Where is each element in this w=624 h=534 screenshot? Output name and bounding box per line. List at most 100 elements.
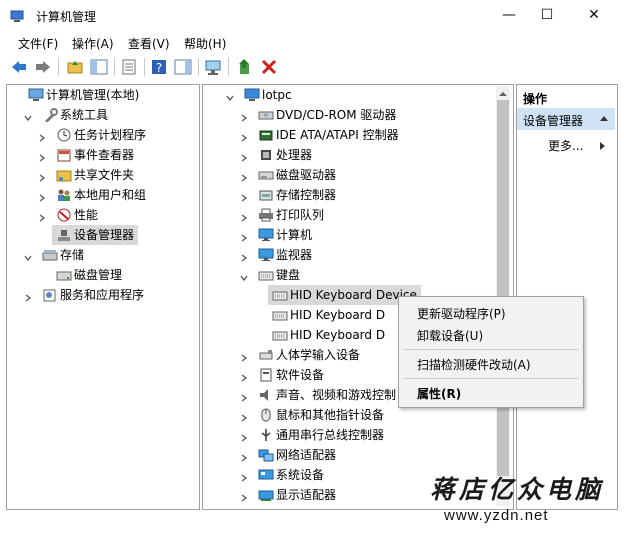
storage-controller-icon (258, 188, 274, 202)
back-arrow-icon[interactable] (10, 58, 28, 76)
system-tools-icon (42, 108, 58, 123)
actions-section-label: 设备管理器 (523, 114, 584, 128)
network-icon (258, 448, 274, 462)
tree-item[interactable]: 声音、视频和游戏控制 (254, 385, 396, 405)
menu-bar: 文件(F) 操作(A) 查看(V) 帮助(H) (0, 32, 624, 52)
scrollbar-thumb[interactable] (497, 100, 509, 476)
dvd-icon (258, 108, 274, 122)
chevron-right-icon[interactable] (240, 111, 248, 122)
chevron-right-icon[interactable] (240, 391, 248, 402)
software-device-icon (258, 368, 274, 382)
users-icon (56, 188, 72, 202)
keyboard-icon (272, 308, 288, 322)
context-menu-separator (403, 349, 579, 350)
chevron-right-icon[interactable] (240, 471, 248, 482)
printer-icon (258, 208, 274, 222)
tree-item-label: HID Keyboard Device (290, 288, 417, 302)
menu-action[interactable]: 操作(A) (72, 35, 114, 52)
monitor-icon (258, 248, 274, 262)
up-folder-icon[interactable] (66, 58, 84, 76)
toolbar-separator (58, 58, 59, 76)
chevron-right-icon[interactable] (240, 251, 248, 262)
chevron-right-icon[interactable] (240, 131, 248, 142)
computer-icon (244, 88, 260, 102)
keyboard-icon (258, 268, 274, 282)
ctx-scan-hardware[interactable]: 扫描检测硬件改动(A) (417, 356, 531, 373)
chevron-right-icon[interactable] (240, 371, 248, 382)
toolbar-separator (198, 58, 199, 76)
hid-icon (258, 348, 274, 362)
sound-icon (258, 388, 274, 402)
tree-item-label: 声音、视频和游戏控制 (276, 388, 397, 402)
storage-icon (42, 248, 58, 262)
chevron-right-icon[interactable] (240, 151, 248, 162)
actions-section-device-manager[interactable]: 设备管理器 (517, 108, 615, 130)
chevron-right-icon[interactable] (38, 171, 46, 182)
chevron-right-icon[interactable] (240, 411, 248, 422)
chevron-right-icon[interactable] (240, 231, 248, 242)
system-device-icon (258, 468, 274, 482)
ctx-properties[interactable]: 属性(R) (417, 385, 461, 402)
usb-icon (258, 428, 274, 442)
toolbar-separator (114, 58, 115, 76)
chevron-right-icon[interactable] (240, 451, 248, 462)
display-adapter-icon (258, 488, 274, 502)
tree-item-label: IDE ATA/ATAPI 控制器 (276, 128, 399, 142)
services-icon (42, 288, 58, 302)
chevron-right-icon[interactable] (240, 171, 248, 182)
ide-icon (258, 128, 274, 142)
forward-arrow-icon[interactable] (34, 58, 52, 76)
chevron-down-icon[interactable] (24, 251, 32, 262)
processor-icon (258, 148, 274, 162)
performance-icon (56, 208, 72, 222)
menu-view[interactable]: 查看(V) (128, 35, 170, 52)
chevron-right-icon[interactable] (240, 351, 248, 362)
chevron-right-icon[interactable] (240, 191, 248, 202)
toolbar: ? (0, 54, 624, 80)
chevron-right-icon[interactable] (38, 191, 46, 202)
chevron-right-icon[interactable] (24, 291, 32, 302)
update-driver-icon[interactable] (236, 58, 254, 76)
shared-folder-icon (56, 168, 72, 182)
export-list-icon[interactable] (120, 58, 138, 76)
keyboard-icon (272, 288, 288, 302)
toolbar-separator (144, 58, 145, 76)
show-tree-icon[interactable] (90, 58, 108, 76)
disk-icon (56, 268, 72, 282)
menu-help[interactable]: 帮助(H) (184, 35, 226, 52)
chevron-right-icon[interactable] (240, 491, 248, 502)
chevron-right-icon[interactable] (38, 211, 46, 222)
toolbar-separator (228, 58, 229, 76)
actions-header: 操作 (517, 86, 615, 109)
chevron-down-icon[interactable] (240, 271, 248, 282)
chevron-right-icon[interactable] (240, 431, 248, 442)
chevron-down-icon[interactable] (226, 91, 234, 102)
computer-management-icon (10, 9, 24, 23)
tree-item[interactable]: DVD/CD-ROM 驱动器 (254, 105, 396, 125)
event-viewer-icon (56, 148, 72, 162)
context-menu: 更新驱动程序(P) 卸载设备(U) 扫描检测硬件改动(A) 属性(R) (398, 296, 584, 408)
actions-more-item[interactable]: 更多... (548, 137, 583, 154)
chevron-right-icon[interactable] (38, 131, 46, 142)
close-button[interactable]: ✕ (571, 0, 617, 32)
help-icon[interactable]: ? (150, 58, 168, 76)
scroll-up-icon[interactable] (498, 88, 508, 98)
chevron-down-icon[interactable] (24, 111, 32, 122)
watermark-title: 蒋店亿众电脑 (430, 475, 605, 504)
delete-icon[interactable] (260, 58, 278, 76)
chevron-right-icon[interactable] (38, 151, 46, 162)
clock-icon (56, 128, 72, 142)
maximize-button[interactable]: ☐ (524, 0, 570, 32)
ctx-uninstall-device[interactable]: 卸载设备(U) (417, 327, 483, 344)
watermark-url: www.yzdn.net (444, 507, 549, 524)
ctx-update-driver[interactable]: 更新驱动程序(P) (417, 305, 506, 322)
mouse-icon (258, 408, 274, 422)
chevron-right-icon[interactable] (240, 211, 248, 222)
tree-item[interactable]: IDE ATA/ATAPI 控制器 (254, 125, 399, 145)
scan-hardware-icon[interactable] (204, 58, 222, 76)
actions-header-label: 操作 (523, 92, 548, 106)
menu-file[interactable]: 文件(F) (18, 35, 58, 52)
submenu-arrow-icon (599, 140, 607, 154)
show-action-pane-icon[interactable] (174, 58, 192, 76)
collapse-up-icon[interactable] (599, 113, 609, 127)
